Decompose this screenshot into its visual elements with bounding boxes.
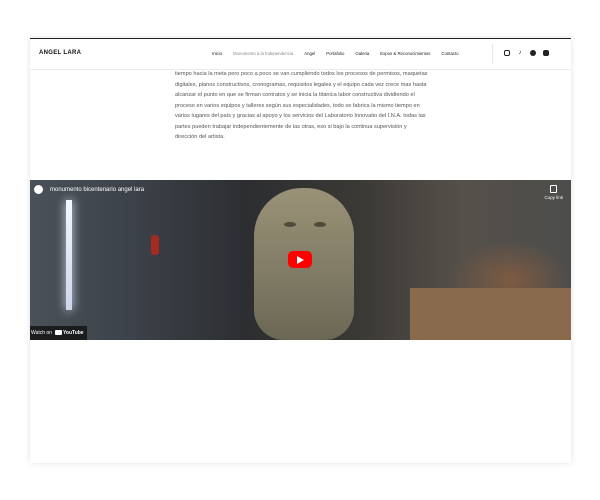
youtube-icon [54, 330, 62, 336]
sculpture-eye [284, 222, 296, 227]
watch-on-youtube-button[interactable]: Watch on YouTube [30, 326, 87, 340]
video-frame-light [66, 200, 72, 310]
youtube-icon[interactable] [543, 50, 549, 56]
nav-item-inicio[interactable]: Inicio [212, 51, 222, 56]
facebook-icon[interactable] [530, 50, 536, 56]
video-title[interactable]: monumento bicentenario angel lara [50, 187, 144, 193]
youtube-embed[interactable]: monumento bicentenario angel lara Copy l… [30, 180, 571, 340]
body-paragraph: tiempo hacia la meta pero poco a poco se… [175, 71, 428, 140]
sculpture-eye [314, 222, 326, 227]
watch-on-label: Watch on [31, 330, 52, 336]
tiktok-icon[interactable]: ♪ [517, 50, 523, 56]
copy-icon [550, 185, 558, 193]
nav-item-angel[interactable]: Angel [304, 51, 315, 56]
copy-link-label: Copy link [544, 195, 563, 200]
browser-page: ANGEL LARA Inicio Monumento a la Indepen… [30, 38, 571, 463]
video-frame-extinguisher [151, 235, 159, 255]
main-nav: Inicio Monumento a la Independencia Ange… [212, 51, 470, 56]
nav-item-galeria[interactable]: Galeria [355, 51, 369, 56]
nav-item-expos[interactable]: Expos & Reconocimientos [380, 51, 430, 56]
instagram-icon[interactable] [504, 50, 510, 56]
play-button[interactable] [288, 251, 312, 268]
nav-item-portafolio[interactable]: Portafolio [326, 51, 344, 56]
site-header: ANGEL LARA Inicio Monumento a la Indepen… [30, 38, 571, 70]
header-divider [492, 44, 493, 64]
nav-item-monumento[interactable]: Monumento a la Independencia [233, 51, 293, 56]
copy-link-button[interactable]: Copy link [544, 185, 563, 200]
nav-item-contacto[interactable]: Contacto [441, 51, 458, 56]
social-links: ♪ [504, 50, 549, 56]
site-logo[interactable]: ANGEL LARA [39, 50, 81, 56]
youtube-wordmark: YouTube [62, 330, 84, 336]
channel-avatar[interactable] [34, 185, 43, 194]
video-frame-bench [410, 288, 571, 340]
